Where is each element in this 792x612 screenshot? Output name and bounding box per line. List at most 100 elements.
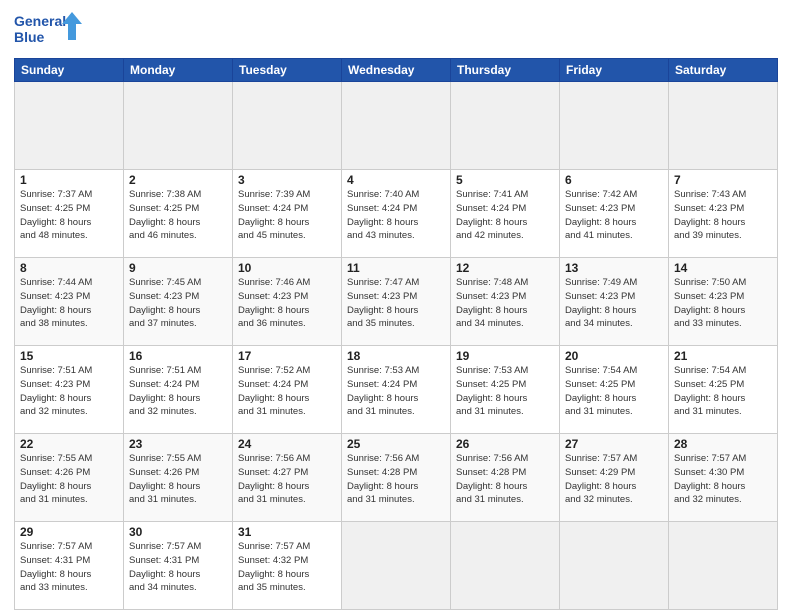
calendar-header-wednesday: Wednesday xyxy=(342,59,451,82)
day-number: 20 xyxy=(565,349,663,363)
day-number: 6 xyxy=(565,173,663,187)
svg-text:General: General xyxy=(14,13,66,29)
calendar-cell: 18Sunrise: 7:53 AM Sunset: 4:24 PM Dayli… xyxy=(342,346,451,434)
calendar-week-0 xyxy=(15,82,778,170)
calendar-cell: 16Sunrise: 7:51 AM Sunset: 4:24 PM Dayli… xyxy=(124,346,233,434)
calendar-cell: 2Sunrise: 7:38 AM Sunset: 4:25 PM Daylig… xyxy=(124,170,233,258)
logo: General Blue xyxy=(14,10,84,50)
calendar-cell: 28Sunrise: 7:57 AM Sunset: 4:30 PM Dayli… xyxy=(669,434,778,522)
day-info: Sunrise: 7:57 AM Sunset: 4:32 PM Dayligh… xyxy=(238,540,336,595)
calendar-header-saturday: Saturday xyxy=(669,59,778,82)
day-number: 31 xyxy=(238,525,336,539)
day-number: 11 xyxy=(347,261,445,275)
calendar-cell xyxy=(669,82,778,170)
day-info: Sunrise: 7:48 AM Sunset: 4:23 PM Dayligh… xyxy=(456,276,554,331)
calendar-cell: 15Sunrise: 7:51 AM Sunset: 4:23 PM Dayli… xyxy=(15,346,124,434)
day-info: Sunrise: 7:52 AM Sunset: 4:24 PM Dayligh… xyxy=(238,364,336,419)
calendar-cell xyxy=(342,522,451,610)
calendar-cell: 26Sunrise: 7:56 AM Sunset: 4:28 PM Dayli… xyxy=(451,434,560,522)
day-number: 30 xyxy=(129,525,227,539)
day-number: 15 xyxy=(20,349,118,363)
day-info: Sunrise: 7:46 AM Sunset: 4:23 PM Dayligh… xyxy=(238,276,336,331)
calendar-cell: 8Sunrise: 7:44 AM Sunset: 4:23 PM Daylig… xyxy=(15,258,124,346)
calendar-week-2: 8Sunrise: 7:44 AM Sunset: 4:23 PM Daylig… xyxy=(15,258,778,346)
svg-text:Blue: Blue xyxy=(14,29,45,45)
day-number: 29 xyxy=(20,525,118,539)
calendar-table: SundayMondayTuesdayWednesdayThursdayFrid… xyxy=(14,58,778,610)
calendar-cell: 31Sunrise: 7:57 AM Sunset: 4:32 PM Dayli… xyxy=(233,522,342,610)
calendar-week-4: 22Sunrise: 7:55 AM Sunset: 4:26 PM Dayli… xyxy=(15,434,778,522)
calendar-cell xyxy=(451,522,560,610)
calendar-cell: 19Sunrise: 7:53 AM Sunset: 4:25 PM Dayli… xyxy=(451,346,560,434)
calendar-cell: 14Sunrise: 7:50 AM Sunset: 4:23 PM Dayli… xyxy=(669,258,778,346)
day-info: Sunrise: 7:51 AM Sunset: 4:24 PM Dayligh… xyxy=(129,364,227,419)
calendar-week-1: 1Sunrise: 7:37 AM Sunset: 4:25 PM Daylig… xyxy=(15,170,778,258)
calendar-cell xyxy=(560,522,669,610)
day-info: Sunrise: 7:44 AM Sunset: 4:23 PM Dayligh… xyxy=(20,276,118,331)
day-info: Sunrise: 7:49 AM Sunset: 4:23 PM Dayligh… xyxy=(565,276,663,331)
day-number: 12 xyxy=(456,261,554,275)
calendar-cell: 23Sunrise: 7:55 AM Sunset: 4:26 PM Dayli… xyxy=(124,434,233,522)
day-info: Sunrise: 7:56 AM Sunset: 4:28 PM Dayligh… xyxy=(347,452,445,507)
calendar-cell: 20Sunrise: 7:54 AM Sunset: 4:25 PM Dayli… xyxy=(560,346,669,434)
day-number: 24 xyxy=(238,437,336,451)
day-info: Sunrise: 7:57 AM Sunset: 4:31 PM Dayligh… xyxy=(20,540,118,595)
day-info: Sunrise: 7:54 AM Sunset: 4:25 PM Dayligh… xyxy=(674,364,772,419)
day-info: Sunrise: 7:40 AM Sunset: 4:24 PM Dayligh… xyxy=(347,188,445,243)
day-number: 17 xyxy=(238,349,336,363)
calendar-header-friday: Friday xyxy=(560,59,669,82)
calendar-header-row: SundayMondayTuesdayWednesdayThursdayFrid… xyxy=(15,59,778,82)
calendar-cell xyxy=(560,82,669,170)
calendar-cell xyxy=(15,82,124,170)
calendar-cell: 25Sunrise: 7:56 AM Sunset: 4:28 PM Dayli… xyxy=(342,434,451,522)
day-info: Sunrise: 7:55 AM Sunset: 4:26 PM Dayligh… xyxy=(129,452,227,507)
day-number: 23 xyxy=(129,437,227,451)
day-number: 25 xyxy=(347,437,445,451)
calendar-cell: 10Sunrise: 7:46 AM Sunset: 4:23 PM Dayli… xyxy=(233,258,342,346)
day-number: 7 xyxy=(674,173,772,187)
calendar-cell: 5Sunrise: 7:41 AM Sunset: 4:24 PM Daylig… xyxy=(451,170,560,258)
calendar-cell xyxy=(124,82,233,170)
calendar-cell: 13Sunrise: 7:49 AM Sunset: 4:23 PM Dayli… xyxy=(560,258,669,346)
day-info: Sunrise: 7:39 AM Sunset: 4:24 PM Dayligh… xyxy=(238,188,336,243)
calendar-cell: 12Sunrise: 7:48 AM Sunset: 4:23 PM Dayli… xyxy=(451,258,560,346)
calendar-cell: 6Sunrise: 7:42 AM Sunset: 4:23 PM Daylig… xyxy=(560,170,669,258)
day-number: 18 xyxy=(347,349,445,363)
day-info: Sunrise: 7:50 AM Sunset: 4:23 PM Dayligh… xyxy=(674,276,772,331)
calendar-cell: 27Sunrise: 7:57 AM Sunset: 4:29 PM Dayli… xyxy=(560,434,669,522)
day-number: 28 xyxy=(674,437,772,451)
calendar-cell: 17Sunrise: 7:52 AM Sunset: 4:24 PM Dayli… xyxy=(233,346,342,434)
day-info: Sunrise: 7:41 AM Sunset: 4:24 PM Dayligh… xyxy=(456,188,554,243)
day-info: Sunrise: 7:57 AM Sunset: 4:30 PM Dayligh… xyxy=(674,452,772,507)
day-info: Sunrise: 7:56 AM Sunset: 4:27 PM Dayligh… xyxy=(238,452,336,507)
calendar-cell: 7Sunrise: 7:43 AM Sunset: 4:23 PM Daylig… xyxy=(669,170,778,258)
day-number: 27 xyxy=(565,437,663,451)
header: General Blue xyxy=(14,10,778,50)
day-number: 16 xyxy=(129,349,227,363)
calendar-cell: 30Sunrise: 7:57 AM Sunset: 4:31 PM Dayli… xyxy=(124,522,233,610)
day-info: Sunrise: 7:54 AM Sunset: 4:25 PM Dayligh… xyxy=(565,364,663,419)
calendar-cell: 24Sunrise: 7:56 AM Sunset: 4:27 PM Dayli… xyxy=(233,434,342,522)
calendar-cell xyxy=(451,82,560,170)
day-number: 4 xyxy=(347,173,445,187)
calendar-cell xyxy=(233,82,342,170)
day-info: Sunrise: 7:37 AM Sunset: 4:25 PM Dayligh… xyxy=(20,188,118,243)
day-number: 9 xyxy=(129,261,227,275)
day-number: 5 xyxy=(456,173,554,187)
day-info: Sunrise: 7:45 AM Sunset: 4:23 PM Dayligh… xyxy=(129,276,227,331)
calendar-cell: 3Sunrise: 7:39 AM Sunset: 4:24 PM Daylig… xyxy=(233,170,342,258)
day-number: 13 xyxy=(565,261,663,275)
calendar-cell: 4Sunrise: 7:40 AM Sunset: 4:24 PM Daylig… xyxy=(342,170,451,258)
day-info: Sunrise: 7:51 AM Sunset: 4:23 PM Dayligh… xyxy=(20,364,118,419)
day-number: 2 xyxy=(129,173,227,187)
calendar-header-monday: Monday xyxy=(124,59,233,82)
day-info: Sunrise: 7:43 AM Sunset: 4:23 PM Dayligh… xyxy=(674,188,772,243)
calendar-header-thursday: Thursday xyxy=(451,59,560,82)
day-info: Sunrise: 7:55 AM Sunset: 4:26 PM Dayligh… xyxy=(20,452,118,507)
calendar-cell xyxy=(342,82,451,170)
day-number: 19 xyxy=(456,349,554,363)
logo-svg: General Blue xyxy=(14,10,84,50)
day-number: 8 xyxy=(20,261,118,275)
calendar-header-tuesday: Tuesday xyxy=(233,59,342,82)
calendar-cell: 29Sunrise: 7:57 AM Sunset: 4:31 PM Dayli… xyxy=(15,522,124,610)
